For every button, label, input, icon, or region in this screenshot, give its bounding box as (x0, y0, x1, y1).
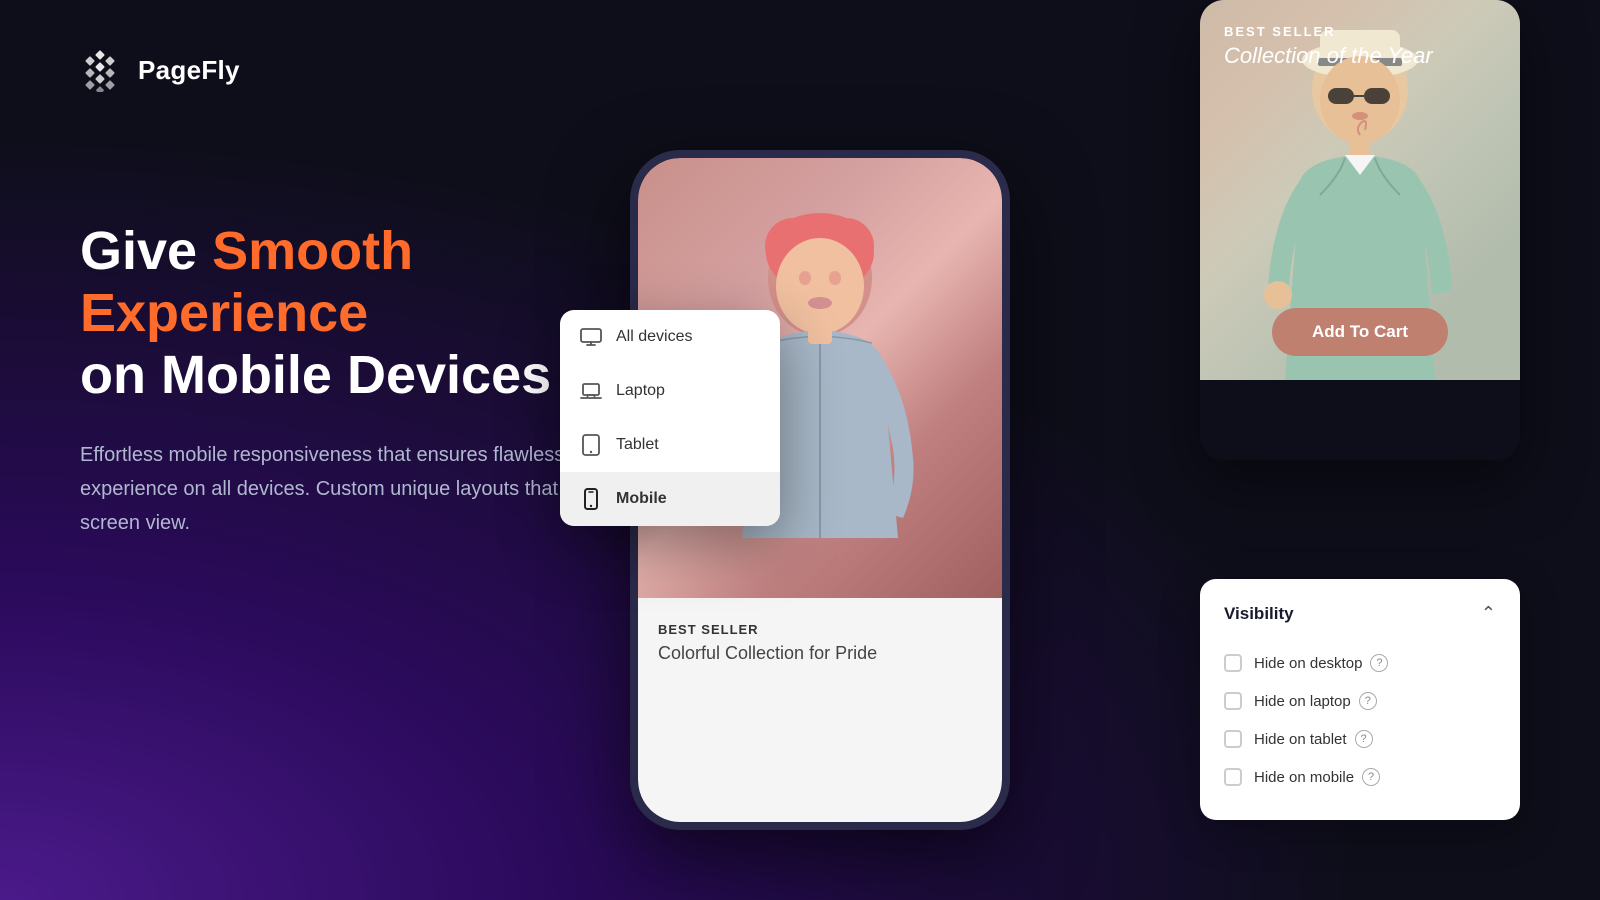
phone-product-info: BEST SELLER Colorful Collection for Prid… (638, 598, 1002, 822)
product-card-badge: BEST SELLER Collection of the Year (1224, 24, 1433, 69)
device-item-laptop[interactable]: Laptop (560, 364, 780, 418)
product-badge-small: BEST SELLER (1224, 24, 1433, 39)
tablet-help-icon[interactable]: ? (1355, 730, 1373, 748)
device-label-mobile: Mobile (616, 490, 667, 508)
visibility-header: Visibility ⌃ (1224, 603, 1496, 624)
tablet-icon (580, 434, 602, 456)
logo-text: PageFly (138, 55, 240, 86)
device-label-all: All devices (616, 328, 692, 346)
hide-laptop-checkbox[interactable] (1224, 692, 1242, 710)
product-card: BEST SELLER Collection of the Year Add T… (1200, 0, 1520, 460)
hero-title: Give Smooth Experience on Mobile Devices (80, 220, 640, 406)
hide-tablet-checkbox[interactable] (1224, 730, 1242, 748)
hide-desktop-label: Hide on desktop ? (1254, 654, 1388, 672)
phone-product-title: Colorful Collection for Pride (658, 643, 982, 664)
visibility-item-desktop: Hide on desktop ? (1224, 644, 1496, 682)
desktop-help-icon[interactable]: ? (1370, 654, 1388, 672)
device-item-all[interactable]: All devices (560, 310, 780, 364)
hide-mobile-checkbox[interactable] (1224, 768, 1242, 786)
mobile-help-icon[interactable]: ? (1362, 768, 1380, 786)
logo-area: PageFly (80, 48, 240, 92)
laptop-help-icon[interactable]: ? (1359, 692, 1377, 710)
laptop-icon (580, 380, 602, 402)
visibility-item-tablet: Hide on tablet ? (1224, 720, 1496, 758)
visibility-panel: Visibility ⌃ Hide on desktop ? Hide on l… (1200, 579, 1520, 820)
device-item-tablet[interactable]: Tablet (560, 418, 780, 472)
hero-description: Effortless mobile responsiveness that en… (80, 438, 640, 540)
device-label-tablet: Tablet (616, 436, 659, 454)
visibility-collapse-icon[interactable]: ⌃ (1481, 603, 1496, 624)
visibility-item-mobile: Hide on mobile ? (1224, 758, 1496, 796)
monitor-icon (580, 326, 602, 348)
visibility-item-laptop: Hide on laptop ? (1224, 682, 1496, 720)
phone-product-badge: BEST SELLER (658, 622, 982, 637)
pagefly-logo-icon (80, 48, 124, 92)
hero-section: Give Smooth Experience on Mobile Devices… (80, 220, 640, 540)
hide-mobile-label: Hide on mobile ? (1254, 768, 1380, 786)
product-card-image: BEST SELLER Collection of the Year Add T… (1200, 0, 1520, 380)
add-to-cart-button[interactable]: Add To Cart (1272, 308, 1448, 356)
hide-laptop-label: Hide on laptop ? (1254, 692, 1377, 710)
mobile-icon (580, 488, 602, 510)
product-badge-title: Collection of the Year (1224, 43, 1433, 68)
hide-tablet-label: Hide on tablet ? (1254, 730, 1373, 748)
device-item-mobile[interactable]: Mobile (560, 472, 780, 526)
visibility-title: Visibility (1224, 604, 1294, 624)
device-dropdown: All devices Laptop Tablet (560, 310, 780, 526)
hide-desktop-checkbox[interactable] (1224, 654, 1242, 672)
device-label-laptop: Laptop (616, 382, 665, 400)
